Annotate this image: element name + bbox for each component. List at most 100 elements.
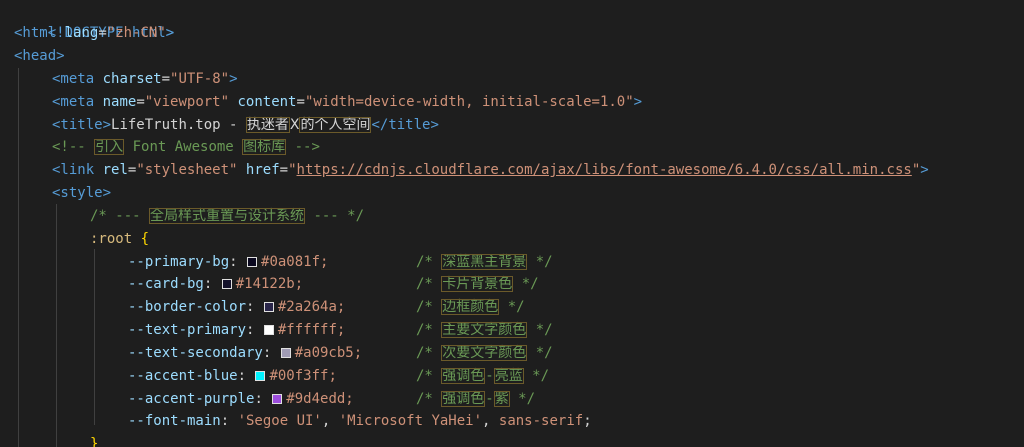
code-comment-16: /* 次要文字颜色 */ <box>416 342 553 364</box>
lang-attr: lang <box>64 25 99 41</box>
code-line-18: --accent-purple: #9d4edd; <box>128 391 354 407</box>
equals-sign: = <box>296 94 305 110</box>
content-value: "width=device-width, initial-scale=1.0" <box>304 94 634 110</box>
comma: , <box>321 413 339 429</box>
color-swatch[interactable] <box>221 279 232 289</box>
comment-cjk-text: 深蓝黑主背景 <box>441 254 528 270</box>
comment-start: /* <box>416 299 442 315</box>
comma: , <box>482 413 499 429</box>
comment-cjk-text-2: 紫 <box>493 391 510 407</box>
code-line-16: --text-secondary: #a09cb5; <box>128 345 363 361</box>
rel-attr: rel <box>102 162 128 178</box>
comment-start: /* --- <box>90 208 150 224</box>
comment-end: --> <box>286 139 320 155</box>
comment-end: --- */ <box>305 208 365 224</box>
code-line-2: <html lang="zh-CN"> <box>14 22 174 44</box>
semicolon: ; <box>583 413 592 429</box>
comment-start: /* <box>416 391 442 407</box>
equals-sign: = <box>136 94 145 110</box>
code-comment-14: /* 边框颜色 */ <box>416 296 525 318</box>
color-swatch[interactable] <box>263 325 274 335</box>
quote: " <box>288 162 297 178</box>
title-cjk-text-2: 的个人空间 <box>299 117 372 133</box>
code-line-1: <!DOCTYPE html> <box>14 0 174 41</box>
charset-value: "UTF-8" <box>170 71 230 87</box>
comment-cjk-text-2: 图标库 <box>242 139 287 155</box>
css-var-value: #0a081f; <box>261 254 329 270</box>
title-close-tag: </title> <box>371 117 439 133</box>
comment-cjk-text: 强调色 <box>441 368 486 384</box>
code-line-19: --font-main: 'Segoe UI', 'Microsoft YaHe… <box>128 413 592 429</box>
code-line-3: <head> <box>14 45 65 67</box>
comment-end: */ <box>509 391 536 407</box>
font-value-2: 'Microsoft YaHei' <box>338 413 483 429</box>
comment-cjk-text: 全局样式重置与设计系统 <box>149 208 306 224</box>
css-var-name: --card-bg <box>128 276 204 292</box>
font-value-1: 'Segoe UI' <box>237 413 322 429</box>
css-var-name: --text-primary <box>128 322 247 338</box>
code-line-15: --text-primary: #ffffff; <box>128 322 346 338</box>
title-cjk-text: 执迷者 <box>245 117 290 133</box>
code-line-20: } <box>90 433 98 447</box>
code-line-11: :root { <box>90 228 149 250</box>
code-editor[interactable]: <!DOCTYPE html> <html lang="zh-CN"> <hea… <box>0 0 1024 447</box>
title-open-tag: <title> <box>52 117 112 133</box>
comment-start: /* <box>416 368 442 384</box>
css-var-value: #a09cb5; <box>294 345 363 361</box>
code-line-5: <meta name="viewport" content="width=dev… <box>52 91 642 113</box>
comment-start: /* <box>416 254 442 270</box>
code-comment-18: /* 强调色-紫 */ <box>416 388 535 410</box>
title-text: LifeTruth.top - <box>111 117 246 133</box>
comment-cjk-text: 边框颜色 <box>441 299 500 315</box>
comment-cjk-text: 次要文字颜色 <box>441 345 528 361</box>
css-var-value: #2a264a; <box>277 299 346 315</box>
comment-cjk-text: 强调色 <box>441 391 486 407</box>
color-swatch[interactable] <box>280 348 291 358</box>
comment-end: */ <box>523 368 550 384</box>
comment-end: */ <box>527 254 553 270</box>
css-var-name: --border-color <box>128 299 247 315</box>
meta-open-tag: <meta <box>52 94 95 110</box>
href-attr: href <box>245 162 280 178</box>
code-comment-13: /* 卡片背景色 */ <box>416 273 539 295</box>
close-brace: } <box>90 436 99 447</box>
code-line-12: --primary-bg: #0a081f; <box>128 254 329 270</box>
color-swatch[interactable] <box>263 302 274 312</box>
comment-start: /* <box>416 345 442 361</box>
head-open-tag: <head> <box>14 48 65 64</box>
css-var-name: --text-secondary <box>128 345 263 361</box>
stylesheet-url-link[interactable]: https://cdnjs.cloudflare.com/ajax/libs/f… <box>297 162 912 178</box>
tag-close: > <box>920 162 929 178</box>
css-var-value: #ffffff; <box>277 322 346 338</box>
color-swatch[interactable] <box>255 371 266 381</box>
code-line-6: <title>LifeTruth.top - 执迷者X的个人空间</title> <box>52 114 439 136</box>
name-value: "viewport" <box>144 94 230 110</box>
rel-value: "stylesheet" <box>136 162 238 178</box>
code-line-17: --accent-blue: #00f3ff; <box>128 368 337 384</box>
code-comment-17: /* 强调色-亮蓝 */ <box>416 365 549 387</box>
lang-value: "zh-CN" <box>106 25 166 41</box>
meta-open-tag: <meta <box>52 71 95 87</box>
code-line-14: --border-color: #2a264a; <box>128 299 346 315</box>
tag-close: > <box>633 94 643 110</box>
html-open-tag: <html <box>14 25 57 41</box>
content-attr: content <box>237 94 297 110</box>
comment-end: */ <box>499 299 525 315</box>
code-line-9: <style> <box>52 182 111 204</box>
color-swatch[interactable] <box>272 394 283 404</box>
equals-sign: = <box>161 71 171 87</box>
code-line-10: /* --- 全局样式重置与设计系统 --- */ <box>90 205 364 227</box>
comment-start: /* <box>416 276 442 292</box>
open-brace: { <box>140 231 150 247</box>
root-selector: :root <box>90 231 133 247</box>
charset-attr: charset <box>102 71 162 87</box>
css-var-name: --font-main <box>128 413 221 429</box>
color-swatch[interactable] <box>247 257 258 267</box>
comment-cjk-text: 主要文字颜色 <box>441 322 528 338</box>
comment-dash: - <box>485 391 494 407</box>
code-comment-12: /* 深蓝黑主背景 */ <box>416 251 553 273</box>
comment-cjk-text: 卡片背景色 <box>441 276 514 292</box>
indent-guide-1 <box>18 68 19 447</box>
comment-text: Font Awesome <box>124 139 243 155</box>
css-var-name: --accent-blue <box>128 368 238 384</box>
